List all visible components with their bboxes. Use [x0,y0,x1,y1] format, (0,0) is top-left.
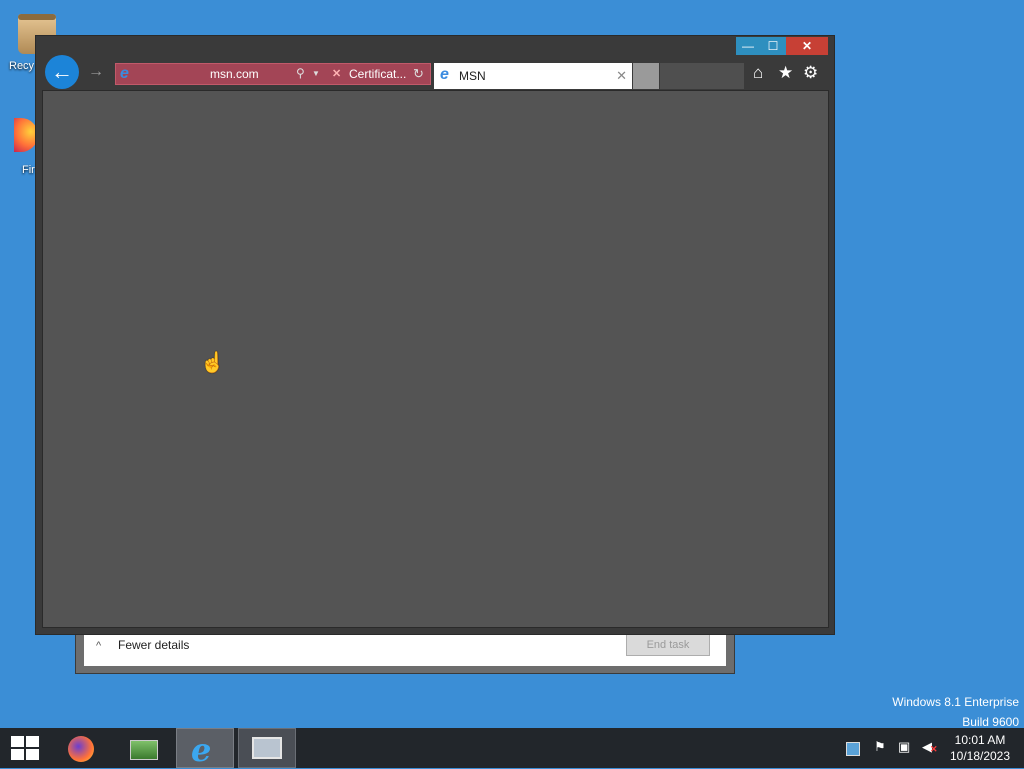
new-tab-button[interactable] [633,63,659,89]
windows-logo-pane [26,736,39,747]
address-bar[interactable]: e msn.com ⚲ ▼ ✕ Certificat... ↻ [115,63,431,85]
close-button[interactable]: ✕ [786,37,828,55]
taskbar-firefox[interactable] [52,728,110,768]
windows-logo-pane [11,749,24,760]
tab-close-icon[interactable]: ✕ [616,68,627,84]
task-manager-footer: ^ Fewer details End task [84,632,726,666]
start-button[interactable] [11,736,39,760]
favorites-star-icon[interactable]: ★ [778,63,793,83]
taskbar-resource-monitor[interactable] [238,728,296,768]
gear-icon[interactable]: ⚙ [803,63,818,83]
end-task-button[interactable]: End task [626,634,710,656]
clock[interactable]: 10:01 AM 10/18/2023 [940,732,1020,764]
taskbar: e ⚑ ▣ ◀ ✕ 10:01 AM 10/18/2023 [0,728,1024,769]
chevron-up-icon[interactable]: ^ [96,640,101,652]
watermark-edition: Windows 8.1 Enterprise [892,695,1019,709]
minimize-button[interactable]: — [736,37,760,55]
firefox-icon [68,736,94,762]
hand-cursor-icon: ☝ [200,352,225,374]
home-icon[interactable]: ⌂ [753,63,763,83]
clock-time: 10:01 AM [954,733,1006,747]
monitor-icon [252,737,282,759]
tab-title: MSN [459,69,486,83]
firefox-desktop-label: Fir [22,164,35,176]
action-center-flag-icon[interactable]: ⚑ [874,739,886,755]
taskbar-photos[interactable] [114,728,172,768]
windows-logo-pane [26,749,39,760]
address-url[interactable]: msn.com [210,67,259,81]
chevron-down-icon[interactable]: ▼ [312,69,320,78]
taskbar-internet-explorer[interactable]: e [176,728,234,769]
ie-page-icon: e [120,65,129,82]
windows-logo-icon [11,736,24,747]
certificate-error-label[interactable]: Certificat... [349,67,406,81]
ie-tab-icon: e [440,66,449,83]
ie-window: — ☐ ✕ ← → e msn.com ⚲ ▼ ✕ Certificat... … [35,35,835,635]
tab-msn[interactable]: e MSN ✕ [434,63,632,89]
back-button[interactable]: ← [45,55,79,89]
recycle-bin-label: Recy [9,60,35,72]
tab-strip-empty [660,63,744,89]
certificate-error-icon[interactable]: ✕ [332,67,341,80]
maximize-button[interactable]: ☐ [760,37,786,55]
clock-date: 10/18/2023 [949,749,1011,763]
photo-icon [130,740,158,760]
forward-button[interactable]: → [88,63,104,81]
show-desktop-icon[interactable] [846,742,860,756]
ie-icon: e [191,731,212,769]
fewer-details-link[interactable]: Fewer details [118,638,189,652]
volume-muted-icon: ✕ [930,744,938,754]
network-icon[interactable]: ▣ [898,739,910,755]
search-icon[interactable]: ⚲ [296,66,305,80]
refresh-icon[interactable]: ↻ [413,66,424,82]
page-content[interactable] [42,90,829,628]
windows-watermark: Windows 8.1 Enterprise Build 9600 [892,692,1019,732]
